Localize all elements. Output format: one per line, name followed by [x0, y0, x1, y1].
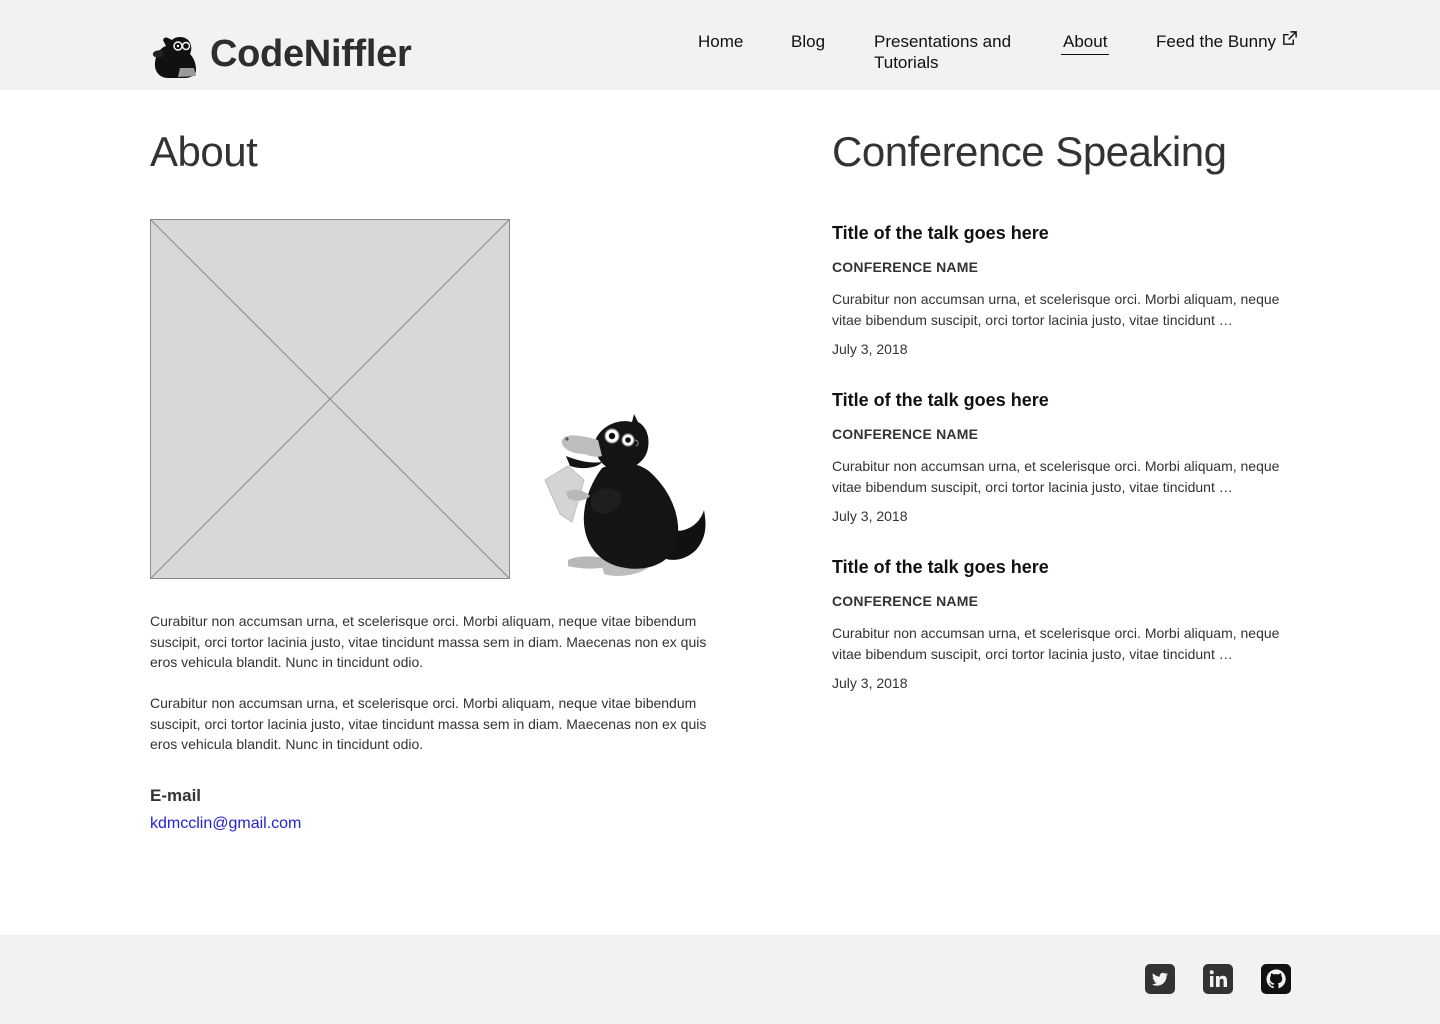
- talk-item: Title of the talk goes here CONFERENCE N…: [832, 556, 1292, 692]
- nav-blog-link[interactable]: Blog: [791, 31, 825, 52]
- conference-speaking-title: Conference Speaking: [832, 128, 1227, 175]
- linkedin-link[interactable]: [1203, 964, 1233, 994]
- niffler-mascot-illustration: [544, 414, 706, 576]
- page-title: About: [150, 128, 258, 175]
- talk-title[interactable]: Title of the talk goes here: [832, 389, 1292, 411]
- github-icon: [1261, 964, 1291, 994]
- talk-title[interactable]: Title of the talk goes here: [832, 556, 1292, 578]
- external-link-icon: [1283, 31, 1297, 45]
- nav-home-link[interactable]: Home: [698, 31, 743, 52]
- talk-title[interactable]: Title of the talk goes here: [832, 222, 1292, 244]
- talk-description: Curabitur non accumsan urna, et sceleris…: [832, 625, 1280, 662]
- main-nav: Home Blog Presentations and Tutorials Ab…: [0, 31, 1440, 81]
- talk-conference-name: CONFERENCE NAME: [832, 259, 979, 275]
- talk-date: July 3, 2018: [832, 508, 908, 524]
- talk-item: Title of the talk goes here CONFERENCE N…: [832, 222, 1292, 358]
- site-header: CodeNiffler Home Blog Presentations and …: [0, 0, 1440, 90]
- talk-conference-name: CONFERENCE NAME: [832, 426, 979, 442]
- linkedin-icon: [1203, 964, 1233, 994]
- talk-date: July 3, 2018: [832, 341, 908, 357]
- talk-conference-name: CONFERENCE NAME: [832, 593, 979, 609]
- talk-date: July 3, 2018: [832, 675, 908, 691]
- email-label: E-mail: [150, 786, 202, 805]
- talk-description: Curabitur non accumsan urna, et sceleris…: [832, 458, 1280, 495]
- talk-description: Curabitur non accumsan urna, et sceleris…: [832, 291, 1280, 328]
- twitter-link[interactable]: [1145, 964, 1175, 994]
- bio-paragraph: Curabitur non accumsan urna, et sceleris…: [150, 613, 707, 670]
- talk-item: Title of the talk goes here CONFERENCE N…: [832, 389, 1292, 525]
- nav-feed-the-bunny-label: Feed the Bunny: [1156, 32, 1277, 51]
- nav-about-link[interactable]: About: [1060, 31, 1110, 55]
- github-link[interactable]: [1261, 964, 1291, 994]
- nav-feed-the-bunny-link[interactable]: Feed the Bunny: [1156, 31, 1298, 52]
- nav-presentations-link[interactable]: Presentations and Tutorials: [874, 31, 1024, 73]
- email-link[interactable]: kdmcclin@gmail.com: [150, 815, 301, 833]
- twitter-icon: [1145, 964, 1175, 994]
- bio-paragraph: Curabitur non accumsan urna, et sceleris…: [150, 695, 707, 752]
- profile-photo-placeholder: [150, 219, 510, 579]
